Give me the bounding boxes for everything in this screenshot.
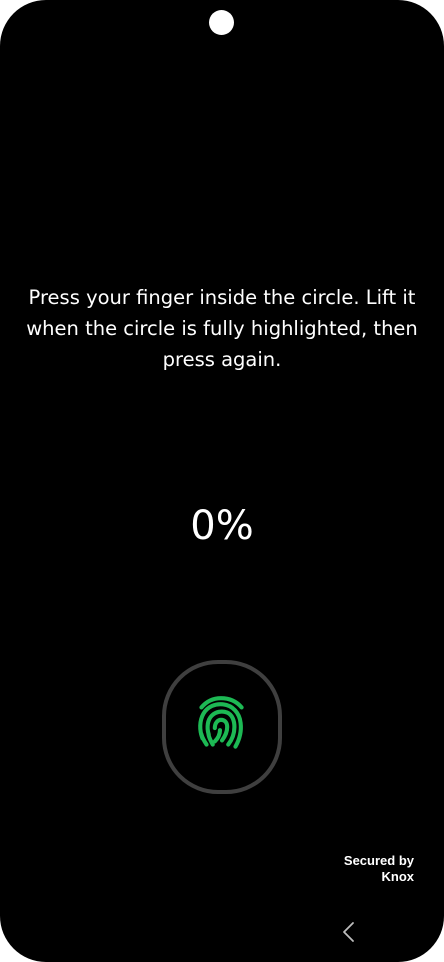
- instruction-text: Press your finger inside the circle. Lif…: [26, 286, 418, 371]
- phone-screen: Press your finger inside the circle. Lif…: [0, 0, 444, 962]
- secured-by-text: Secured by: [343, 853, 414, 868]
- camera-cutout: [209, 10, 234, 35]
- fingerprint-icon: [198, 696, 244, 749]
- knox-text: Knox: [381, 869, 415, 884]
- secured-by-knox-label: Secured by Knox: [344, 853, 414, 885]
- progress-percentage: 0%: [190, 503, 254, 549]
- back-button[interactable]: [334, 915, 364, 949]
- chevron-left-icon: [343, 922, 354, 942]
